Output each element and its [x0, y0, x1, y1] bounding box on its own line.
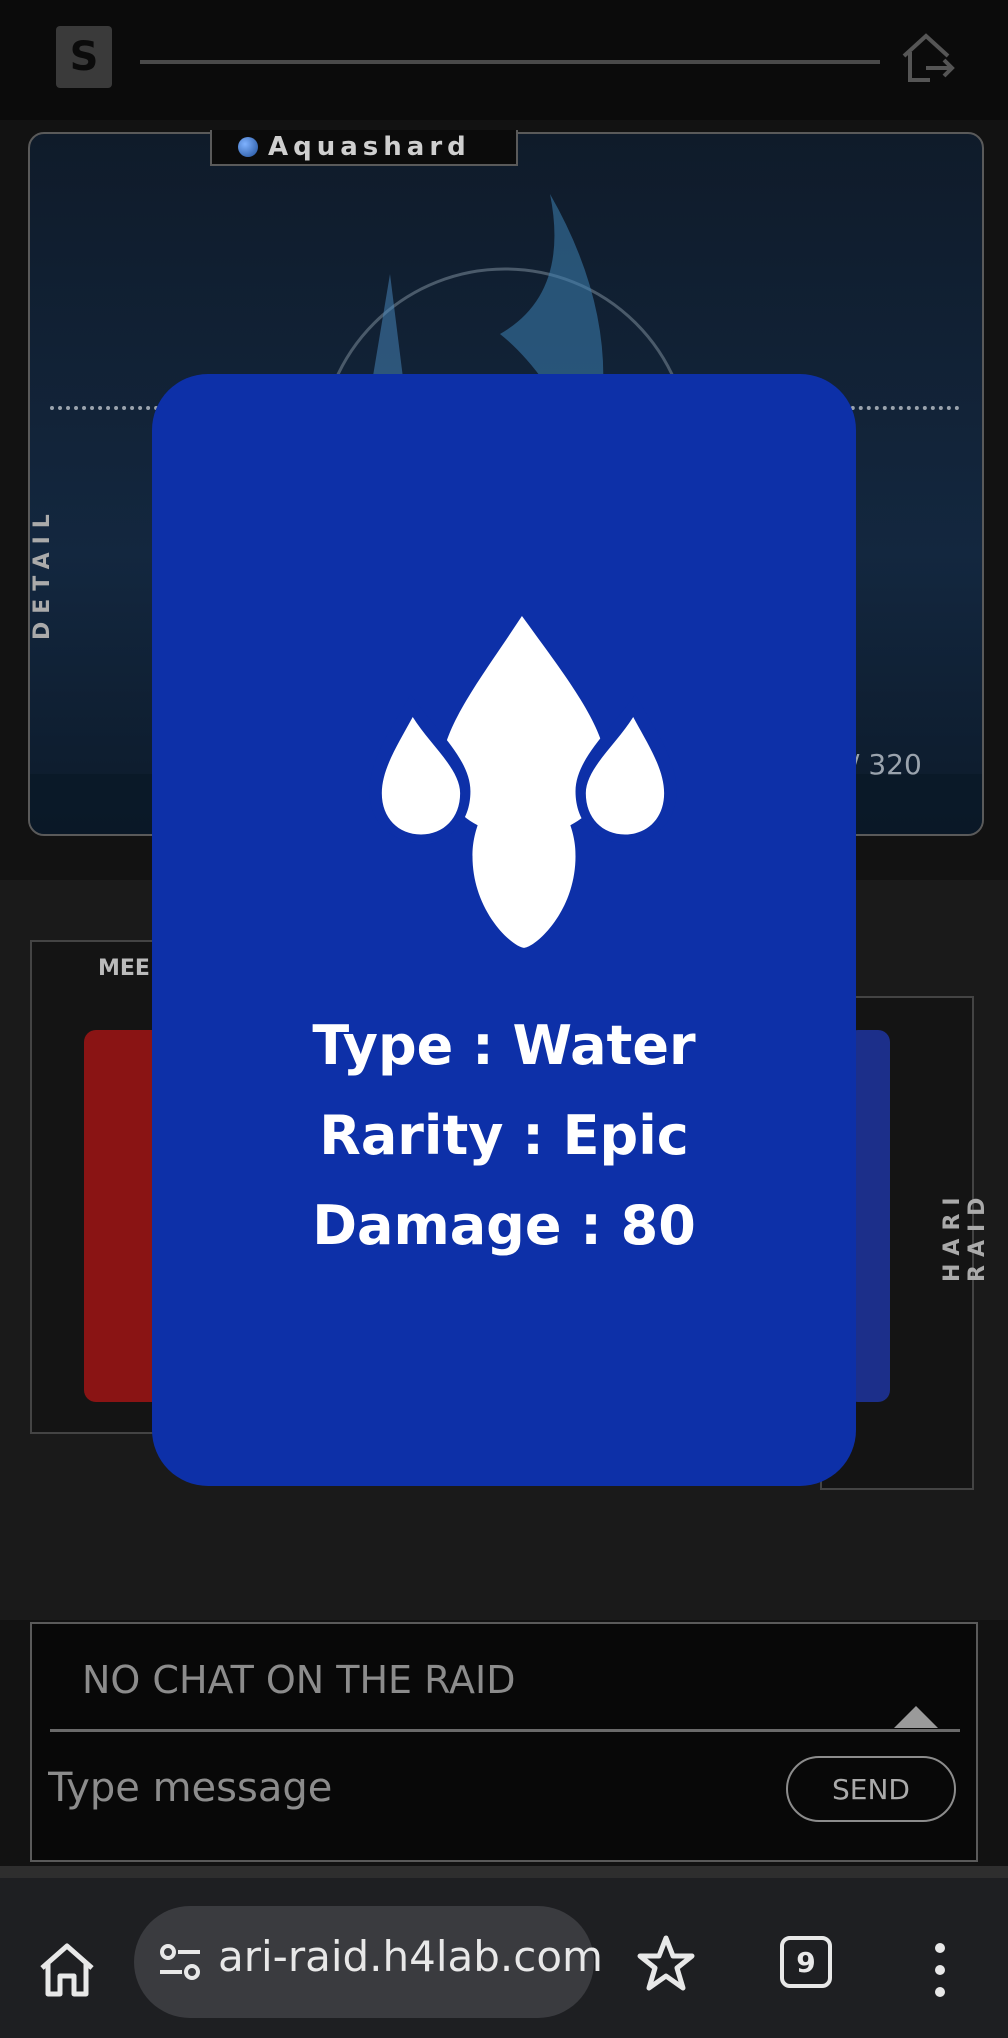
boss-name-tab: Aquashard	[210, 130, 518, 166]
card-type: Type : Water	[312, 1014, 696, 1077]
boss-hp-text: / 320	[850, 748, 922, 781]
top-divider	[140, 60, 880, 64]
message-input[interactable]	[46, 1754, 750, 1822]
card-rarity: Rarity : Epic	[319, 1104, 689, 1167]
detail-side-tab[interactable]: DETAIL	[30, 506, 55, 640]
app-logo-icon[interactable]: S	[56, 26, 112, 88]
tab-switcher-button[interactable]: 9	[780, 1936, 832, 1988]
card-damage: Damage : 80	[312, 1194, 696, 1257]
chat-status: NO CHAT ON THE RAID	[82, 1658, 516, 1702]
water-element-icon	[238, 137, 258, 157]
site-settings-icon[interactable]	[158, 1942, 202, 1982]
more-menu-icon[interactable]	[930, 1940, 950, 2000]
url-text[interactable]: ari-raid.h4lab.com	[218, 1932, 603, 1981]
exit-raid-icon[interactable]	[896, 28, 956, 88]
boss-name: Aquashard	[268, 132, 471, 162]
hari-raid-side-tab[interactable]: HARI RAID	[940, 1189, 990, 1282]
send-button[interactable]: SEND	[786, 1756, 956, 1822]
left-card-label: MEE	[98, 956, 150, 981]
home-icon[interactable]	[36, 1938, 98, 2000]
chat-expand-icon[interactable]	[894, 1706, 938, 1728]
water-drops-icon	[369, 616, 677, 948]
chat-divider	[50, 1729, 960, 1732]
bookmark-star-icon[interactable]	[636, 1934, 696, 1994]
